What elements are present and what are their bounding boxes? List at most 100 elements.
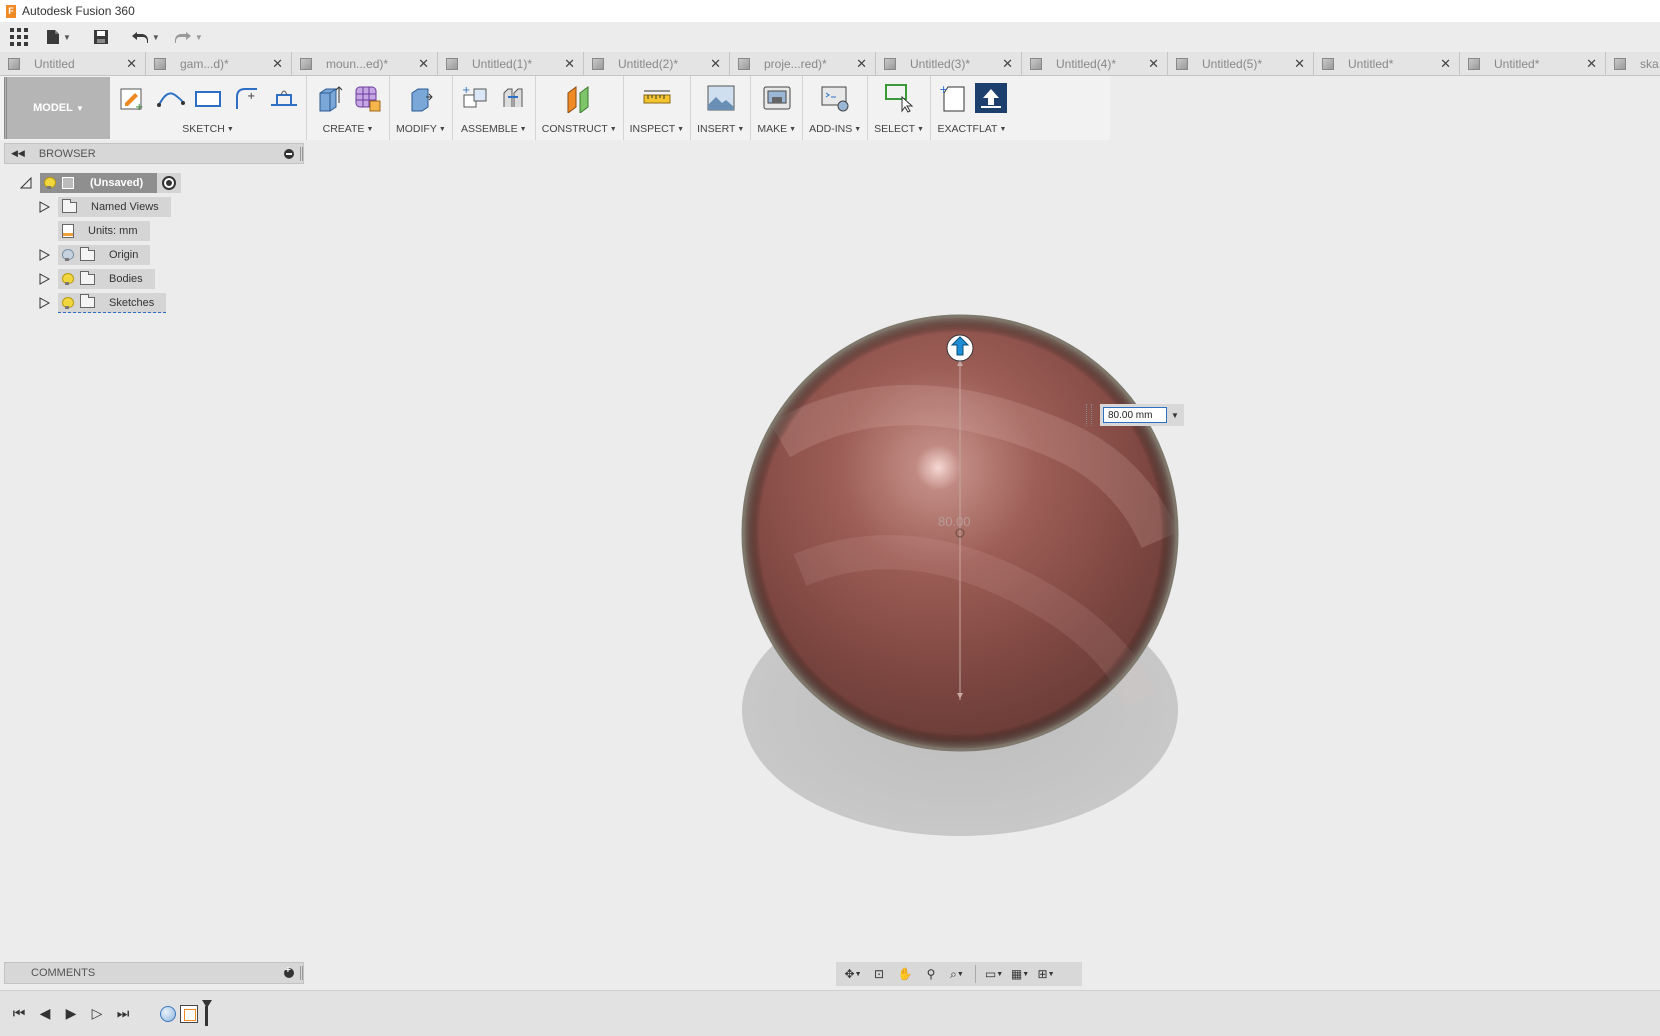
- sketches-node[interactable]: Sketches: [58, 293, 167, 313]
- drag-arrow-handle[interactable]: [946, 334, 974, 362]
- 3d-print-button[interactable]: [761, 82, 793, 114]
- chevron-down-icon[interactable]: ▼: [1171, 411, 1179, 420]
- new-component-button[interactable]: +: [459, 82, 491, 114]
- extrude-button[interactable]: [313, 82, 345, 114]
- orbit-icon[interactable]: ✥ ▼: [842, 965, 864, 983]
- make-menu[interactable]: MAKE ▼: [757, 120, 796, 138]
- browser-item-units[interactable]: Units: mm: [58, 221, 150, 241]
- collapsed-triangle-icon[interactable]: [38, 249, 50, 261]
- sphere-body[interactable]: [300, 140, 1660, 988]
- document-tab[interactable]: gam...d)* ✕: [146, 52, 292, 75]
- canvas-viewport[interactable]: [300, 140, 1660, 988]
- close-icon[interactable]: ✕: [1440, 56, 1451, 72]
- pan-hand-icon[interactable]: ✋: [894, 965, 916, 983]
- insert-menu[interactable]: INSERT ▼: [697, 120, 744, 138]
- sphere-feature-icon[interactable]: [160, 1005, 176, 1022]
- sketch-menu[interactable]: SKETCH ▼: [182, 120, 234, 138]
- document-tab[interactable]: Untitled(5)* ✕: [1168, 52, 1314, 75]
- measure-button[interactable]: [641, 82, 673, 114]
- close-icon[interactable]: ✕: [710, 56, 721, 72]
- collapse-panel-icon[interactable]: ◀◀: [11, 148, 25, 159]
- form-button[interactable]: [351, 82, 383, 114]
- fit-zoom-icon[interactable]: ⌕ ▼: [946, 965, 968, 983]
- add-comment-icon[interactable]: [284, 965, 294, 978]
- sketch-feature-icon[interactable]: [180, 1004, 198, 1023]
- create-menu[interactable]: CREATE ▼: [323, 120, 374, 138]
- visibility-bulb-icon[interactable]: [44, 177, 56, 189]
- collapsed-triangle-icon[interactable]: [38, 201, 50, 213]
- step-forward-icon[interactable]: ▷: [88, 1005, 106, 1023]
- document-tab[interactable]: Untitled(2)* ✕: [584, 52, 730, 75]
- create-sketch-button[interactable]: +: [116, 82, 148, 114]
- browser-item-bodies[interactable]: Bodies: [38, 269, 155, 289]
- origin-node[interactable]: Origin: [58, 245, 151, 265]
- visibility-bulb-icon[interactable]: [62, 273, 74, 285]
- addins-menu[interactable]: ADD-INS ▼: [809, 120, 861, 138]
- save-button[interactable]: [93, 25, 109, 49]
- offset-plane-button[interactable]: [563, 82, 595, 114]
- select-button[interactable]: [883, 82, 915, 114]
- exactflat-upload-button[interactable]: [974, 82, 1007, 114]
- data-panel-icon[interactable]: [10, 28, 28, 46]
- close-icon[interactable]: ✕: [272, 56, 283, 72]
- close-icon[interactable]: ✕: [1148, 56, 1159, 72]
- close-icon[interactable]: ✕: [126, 56, 137, 72]
- document-tab[interactable]: Untitled ✕: [0, 52, 146, 75]
- panel-splitter[interactable]: [300, 966, 303, 980]
- bodies-node[interactable]: Bodies: [58, 269, 155, 289]
- redo-button[interactable]: ▼: [174, 25, 203, 49]
- press-pull-button[interactable]: [405, 82, 437, 114]
- attached-canvas-button[interactable]: [705, 82, 737, 114]
- minimize-icon[interactable]: [284, 148, 294, 159]
- timeline-marker[interactable]: [202, 999, 212, 1028]
- go-to-end-icon[interactable]: ⏭: [114, 1005, 132, 1023]
- scripts-addins-button[interactable]: [819, 82, 851, 114]
- activate-component-button[interactable]: [157, 173, 182, 193]
- viewports-icon[interactable]: ⊞ ▼: [1035, 965, 1057, 983]
- units-node[interactable]: Units: mm: [58, 221, 150, 241]
- visibility-bulb-icon[interactable]: [62, 249, 74, 261]
- assemble-menu[interactable]: ASSEMBLE ▼: [461, 120, 527, 138]
- named-views-node[interactable]: Named Views: [58, 197, 171, 217]
- close-icon[interactable]: ✕: [1586, 56, 1597, 72]
- line-tool-button[interactable]: [154, 82, 186, 114]
- document-tab[interactable]: moun...ed)* ✕: [292, 52, 438, 75]
- close-icon[interactable]: ✕: [1002, 56, 1013, 72]
- project-tool-button[interactable]: [268, 82, 300, 114]
- browser-root-node[interactable]: (Unsaved): [40, 173, 158, 193]
- fillet-tool-button[interactable]: +: [230, 82, 262, 114]
- collapsed-triangle-icon[interactable]: [38, 297, 50, 309]
- exactflat-menu[interactable]: EXACTFLAT ▼: [938, 120, 1007, 138]
- collapsed-triangle-icon[interactable]: [38, 273, 50, 285]
- dimension-drag-grip[interactable]: [1086, 404, 1092, 426]
- grid-settings-icon[interactable]: ▦ ▼: [1009, 965, 1031, 983]
- workspace-switcher[interactable]: MODEL ▼: [4, 77, 110, 139]
- browser-root-row[interactable]: (Unsaved): [20, 173, 182, 193]
- document-tab[interactable]: Untitled* ✕: [1314, 52, 1460, 75]
- step-back-icon[interactable]: ◀: [36, 1005, 54, 1023]
- close-icon[interactable]: ✕: [564, 56, 575, 72]
- browser-item-sketches[interactable]: Sketches: [38, 293, 167, 313]
- close-icon[interactable]: ✕: [418, 56, 429, 72]
- select-menu[interactable]: SELECT ▼: [874, 120, 924, 138]
- browser-header[interactable]: ◀◀ BROWSER: [4, 143, 304, 164]
- browser-item-origin[interactable]: Origin: [38, 245, 151, 265]
- visibility-bulb-icon[interactable]: [62, 296, 74, 309]
- play-icon[interactable]: ▶: [62, 1005, 80, 1023]
- inspect-menu[interactable]: INSPECT ▼: [630, 120, 684, 138]
- joint-button[interactable]: [497, 82, 529, 114]
- zoom-icon[interactable]: ⚲: [920, 965, 942, 983]
- construct-menu[interactable]: CONSTRUCT ▼: [542, 120, 617, 138]
- document-tab[interactable]: proje...red)* ✕: [730, 52, 876, 75]
- comments-panel[interactable]: COMMENTS: [4, 962, 304, 984]
- diameter-input[interactable]: [1103, 407, 1167, 423]
- browser-item-named-views[interactable]: Named Views: [38, 197, 171, 217]
- go-to-start-icon[interactable]: ⏮: [10, 1005, 28, 1023]
- exactflat-new-button[interactable]: +: [937, 82, 969, 114]
- close-icon[interactable]: ✕: [1294, 56, 1305, 72]
- document-tab[interactable]: Untitled(1)* ✕: [438, 52, 584, 75]
- display-settings-icon[interactable]: ▭ ▼: [983, 965, 1005, 983]
- expanded-triangle-icon[interactable]: [20, 177, 32, 189]
- dimension-manipulator[interactable]: ▼: [1100, 404, 1184, 426]
- file-menu-button[interactable]: ▼: [46, 25, 71, 49]
